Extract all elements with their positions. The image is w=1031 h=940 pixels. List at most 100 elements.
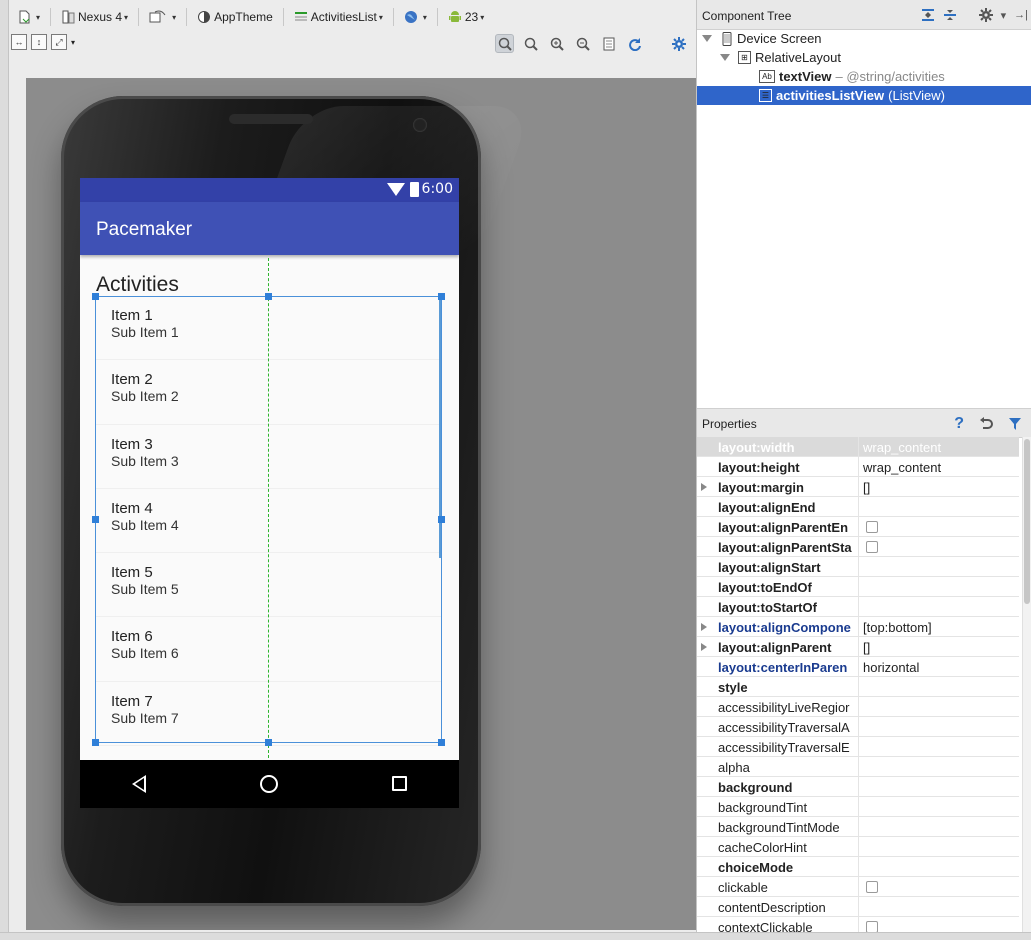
property-value[interactable] <box>858 697 1019 717</box>
property-row[interactable]: backgroundTint <box>697 797 1019 817</box>
zoom-in-icon[interactable] <box>547 34 566 53</box>
locale-selector[interactable]: ▾ <box>400 6 431 28</box>
design-canvas[interactable]: 6:00 Pacemaker Activities Item 1 Sub Item… <box>26 78 696 930</box>
property-row[interactable]: layout:alignParent [] <box>697 637 1019 657</box>
list-item[interactable]: Item 5 Sub Item 5 <box>96 553 442 618</box>
list-scrollbar[interactable] <box>439 298 441 558</box>
property-value[interactable] <box>858 797 1019 817</box>
fit-height-icon[interactable]: ↕ <box>31 34 47 50</box>
activity-selector[interactable]: ActivitiesList ▾ <box>290 6 387 28</box>
property-row[interactable]: choiceMode <box>697 857 1019 877</box>
undo-icon[interactable] <box>978 416 994 432</box>
filter-icon[interactable] <box>1008 417 1022 431</box>
property-row[interactable]: accessibilityTraversalE <box>697 737 1019 757</box>
theme-selector[interactable]: AppTheme <box>193 6 277 28</box>
expand-arrow-icon[interactable] <box>701 623 707 631</box>
property-row[interactable]: clickable <box>697 877 1019 897</box>
list-item[interactable]: Item 4 Sub Item 4 <box>96 489 442 554</box>
gear-icon[interactable] <box>978 8 993 22</box>
list-item[interactable]: Item 6 Sub Item 6 <box>96 617 442 682</box>
property-row[interactable]: layout:height wrap_content <box>697 457 1019 477</box>
property-row[interactable]: alpha <box>697 757 1019 777</box>
property-row[interactable]: accessibilityTraversalA <box>697 717 1019 737</box>
zoom-to-fit-icon[interactable] <box>495 34 514 53</box>
list-item[interactable]: Item 2 Sub Item 2 <box>96 360 442 425</box>
property-value[interactable] <box>858 857 1019 877</box>
resize-icon[interactable]: ⤢ <box>51 34 67 50</box>
activities-heading[interactable]: Activities <box>96 273 179 297</box>
property-value[interactable] <box>858 717 1019 737</box>
property-value[interactable]: wrap_content <box>858 437 1019 457</box>
property-row[interactable]: layout:alignStart <box>697 557 1019 577</box>
expand-all-icon[interactable] <box>921 8 935 22</box>
properties-scrollbar[interactable] <box>1022 437 1031 932</box>
expand-arrow-icon[interactable] <box>701 643 707 651</box>
property-row[interactable]: cacheColorHint <box>697 837 1019 857</box>
tree-node-activities-list-view[interactable]: ☰ activitiesListView (ListView) <box>697 86 1031 105</box>
property-row[interactable]: layout:alignParentSta <box>697 537 1019 557</box>
property-value[interactable] <box>858 837 1019 857</box>
property-value[interactable] <box>858 537 1019 557</box>
hide-panel-icon[interactable]: →| <box>1014 9 1028 21</box>
property-checkbox[interactable] <box>866 541 878 553</box>
property-row[interactable]: contentDescription <box>697 897 1019 917</box>
property-value[interactable] <box>858 597 1019 617</box>
property-value[interactable] <box>858 557 1019 577</box>
orientation-selector[interactable]: ▾ <box>145 6 180 28</box>
property-value[interactable] <box>858 757 1019 777</box>
device-selector[interactable]: Nexus 4 ▾ <box>57 6 132 28</box>
property-value[interactable] <box>858 577 1019 597</box>
activities-list-view[interactable]: Item 1 Sub Item 1 Item 2 Sub Item 2 Item 3 Su… <box>96 296 442 747</box>
property-value[interactable] <box>858 517 1019 537</box>
property-value[interactable] <box>858 917 1019 932</box>
fit-width-icon[interactable]: ↔ <box>11 34 27 50</box>
back-icon[interactable] <box>132 775 146 793</box>
property-value[interactable] <box>858 877 1019 897</box>
new-layout-button[interactable]: ▾ <box>13 6 44 28</box>
property-row[interactable]: background <box>697 777 1019 797</box>
property-value[interactable]: horizontal <box>858 657 1019 677</box>
property-value[interactable] <box>858 737 1019 757</box>
property-value[interactable] <box>858 677 1019 697</box>
property-row[interactable]: layout:centerInParen horizontal <box>697 657 1019 677</box>
tree-node-relative-layout[interactable]: ⊞ RelativeLayout <box>697 48 1031 67</box>
property-value[interactable]: [] <box>858 637 1019 657</box>
list-item[interactable]: Item 3 Sub Item 3 <box>96 425 442 489</box>
device-screen[interactable]: 6:00 Pacemaker Activities Item 1 Sub Item… <box>80 178 459 808</box>
property-row[interactable]: accessibilityLiveRegior <box>697 697 1019 717</box>
property-row[interactable]: contextClickable <box>697 917 1019 932</box>
property-value[interactable] <box>858 897 1019 917</box>
property-row[interactable]: layout:alignCompone [top:bottom] <box>697 617 1019 637</box>
collapse-all-icon[interactable] <box>943 8 957 22</box>
property-row[interactable]: style <box>697 677 1019 697</box>
home-icon[interactable] <box>260 775 278 793</box>
refresh-icon[interactable] <box>625 34 644 53</box>
property-row[interactable]: layout:margin [] <box>697 477 1019 497</box>
property-value[interactable] <box>858 497 1019 517</box>
property-checkbox[interactable] <box>866 521 878 533</box>
tree-node-text-view[interactable]: Ab textView – @string/activities <box>697 67 1031 86</box>
api-level-selector[interactable]: 23 ▾ <box>444 6 488 28</box>
property-row[interactable]: layout:alignParentEn <box>697 517 1019 537</box>
property-value[interactable] <box>858 777 1019 797</box>
settings-icon[interactable] <box>669 34 688 53</box>
property-value[interactable]: [top:bottom] <box>858 617 1019 637</box>
tree-node-device-screen[interactable]: Device Screen <box>697 29 1031 48</box>
property-checkbox[interactable] <box>866 881 878 893</box>
property-row[interactable]: layout:toStartOf <box>697 597 1019 617</box>
list-item[interactable]: Item 1 Sub Item 1 <box>96 296 442 361</box>
help-icon[interactable]: ? <box>954 415 964 433</box>
property-value[interactable] <box>858 817 1019 837</box>
property-value[interactable]: wrap_content <box>858 457 1019 477</box>
property-row[interactable]: backgroundTintMode <box>697 817 1019 837</box>
list-item[interactable]: Item 7 Sub Item 7 <box>96 682 442 747</box>
recents-icon[interactable] <box>392 776 407 791</box>
property-row[interactable]: layout:alignEnd <box>697 497 1019 517</box>
screenshot-icon[interactable] <box>599 34 618 53</box>
property-value[interactable]: [] <box>858 477 1019 497</box>
expand-arrow-icon[interactable] <box>701 483 707 491</box>
property-row[interactable]: layout:toEndOf <box>697 577 1019 597</box>
property-row[interactable]: layout:width wrap_content <box>697 437 1019 457</box>
zoom-out-icon[interactable] <box>573 34 592 53</box>
property-checkbox[interactable] <box>866 921 878 932</box>
